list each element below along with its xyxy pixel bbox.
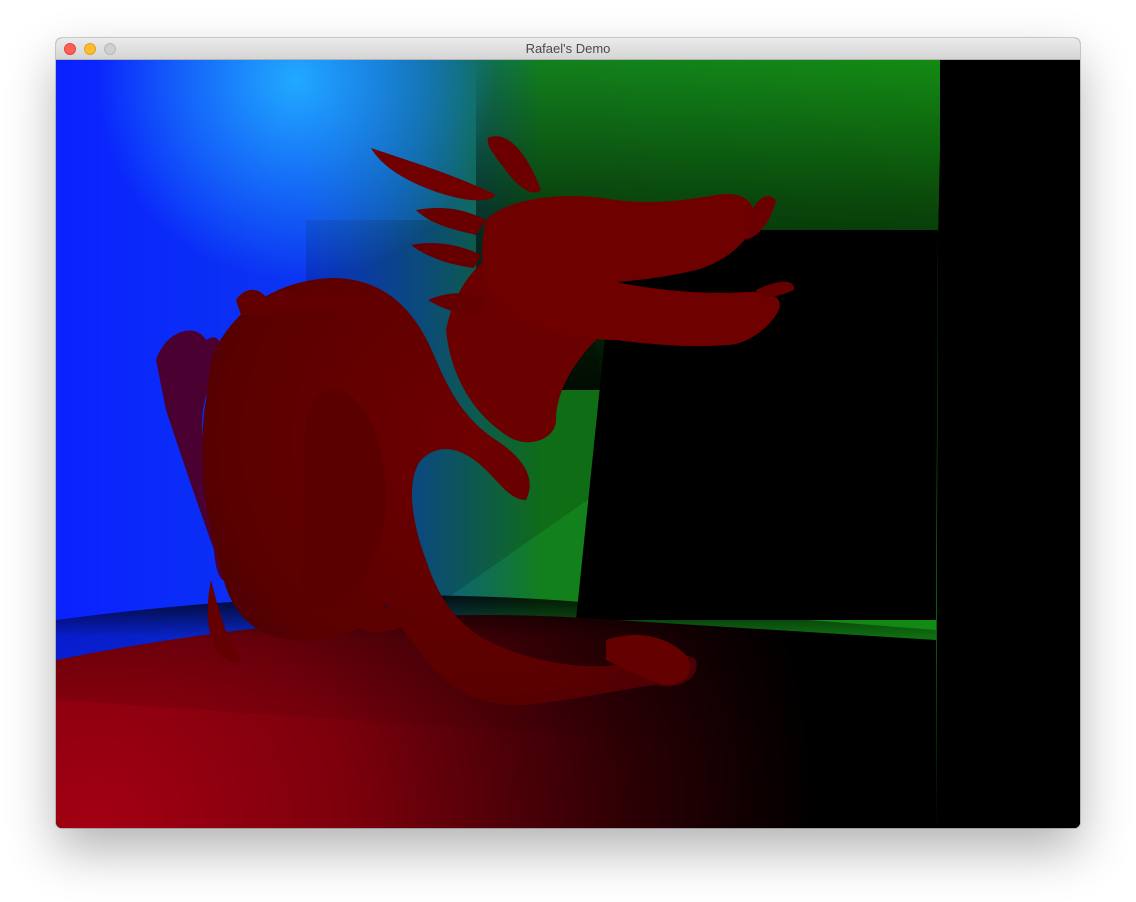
render-viewport[interactable] — [56, 60, 1080, 828]
window-title: Rafael's Demo — [525, 41, 611, 56]
title-bar[interactable]: Rafael's Demo — [56, 38, 1080, 60]
floor — [56, 595, 936, 828]
3d-scene — [56, 60, 1080, 828]
app-window: Rafael's Demo — [56, 38, 1080, 828]
scene-edge — [940, 60, 1080, 828]
